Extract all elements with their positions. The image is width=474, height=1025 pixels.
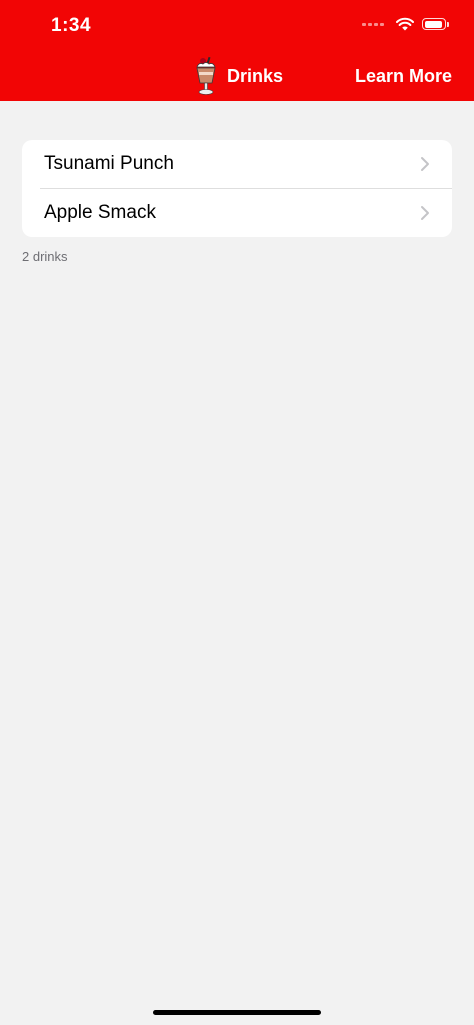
status-icons <box>362 17 449 31</box>
battery-icon <box>422 18 449 30</box>
chevron-right-icon <box>421 206 429 220</box>
list-item-label: Tsunami Punch <box>44 153 174 174</box>
list-item-label: Apple Smack <box>44 202 156 223</box>
navigation-header: 1:34 Drinks Learn More <box>0 0 474 101</box>
drink-count-label: 2 drinks <box>22 249 68 264</box>
status-time: 1:34 <box>51 15 92 36</box>
home-indicator[interactable] <box>153 1010 321 1015</box>
milkshake-icon <box>196 56 216 95</box>
nav-title-group: Drinks <box>193 56 283 96</box>
chevron-right-icon <box>421 157 429 171</box>
drinks-list: Tsunami Punch Apple Smack <box>22 140 452 237</box>
cellular-signal-icon <box>362 22 384 26</box>
page-title: Drinks <box>227 65 284 86</box>
learn-more-button[interactable]: Learn More <box>355 66 452 87</box>
wifi-icon <box>396 17 414 31</box>
list-item-tsunami-punch[interactable]: Tsunami Punch <box>22 140 452 188</box>
list-item-apple-smack[interactable]: Apple Smack <box>22 189 452 237</box>
